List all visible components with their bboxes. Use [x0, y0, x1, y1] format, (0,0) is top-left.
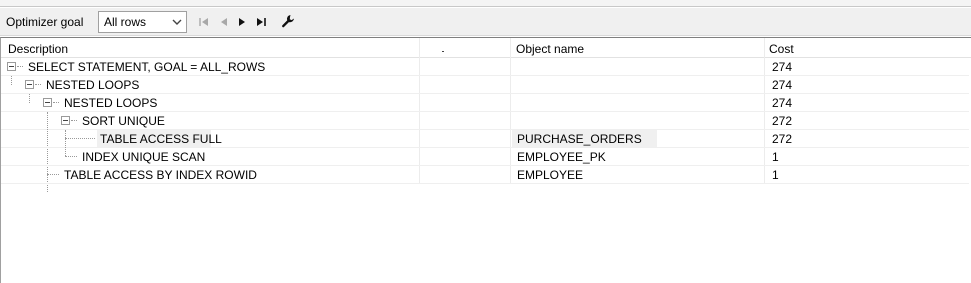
collapse-toggle-icon[interactable] — [7, 62, 16, 71]
chevron-down-icon — [170, 15, 184, 29]
plan-row[interactable]: SELECT STATEMENT, GOAL = ALL_ROWS 274 — [1, 58, 969, 76]
tree-connector — [47, 174, 59, 175]
row-cost: 1 — [772, 168, 779, 182]
last-record-icon[interactable] — [255, 16, 269, 28]
row-cost: 274 — [772, 96, 793, 110]
row-description: SELECT STATEMENT, GOAL = ALL_ROWS — [28, 60, 266, 74]
optimizer-goal-value: All rows — [104, 15, 147, 29]
tree-connector — [71, 120, 77, 121]
object-name-column-header[interactable]: Object name — [516, 42, 584, 56]
grid-header: Description Object name Cost — [1, 38, 971, 58]
tree-connector — [65, 156, 77, 157]
row-object-name: EMPLOYEE_PK — [517, 150, 606, 164]
first-record-icon[interactable] — [198, 16, 212, 28]
divider-mark — [442, 51, 444, 52]
window-top-border — [0, 0, 971, 7]
row-description: NESTED LOOPS — [64, 96, 158, 110]
row-description: TABLE ACCESS FULL — [100, 132, 222, 146]
row-cost: 272 — [772, 114, 793, 128]
wrench-icon[interactable] — [280, 13, 296, 29]
tree-connector — [65, 138, 95, 139]
row-cost: 274 — [772, 78, 793, 92]
collapse-toggle-icon[interactable] — [61, 116, 70, 125]
row-description: TABLE ACCESS BY INDEX ROWID — [64, 168, 257, 182]
plan-row[interactable]: TABLE ACCESS FULL PURCHASE_ORDERS 272 — [1, 130, 969, 156]
previous-record-icon[interactable] — [218, 16, 232, 28]
row-object-name: EMPLOYEE — [517, 168, 584, 182]
row-object-name: PURCHASE_ORDERS — [517, 132, 642, 146]
tree-connector — [35, 84, 41, 85]
toolbar: Optimizer goal All rows — [0, 8, 971, 36]
row-cost: 272 — [772, 132, 793, 146]
row-description: INDEX UNIQUE SCAN — [82, 150, 206, 164]
execution-plan-grid: Description Object name Cost SELECT STAT… — [0, 37, 971, 283]
optimizer-goal-select[interactable]: All rows — [98, 11, 187, 33]
row-description: SORT UNIQUE — [82, 114, 165, 128]
tree-connector — [11, 76, 12, 85]
plan-row[interactable]: SORT UNIQUE 272 — [1, 112, 969, 192]
description-column-header[interactable]: Description — [8, 42, 68, 56]
row-cost: 274 — [772, 60, 793, 74]
next-record-icon[interactable] — [236, 16, 250, 28]
tree-connector — [17, 66, 23, 67]
row-description: NESTED LOOPS — [46, 78, 140, 92]
cost-column-header[interactable]: Cost — [769, 42, 794, 56]
plan-row[interactable]: TABLE ACCESS BY INDEX ROWID EMPLOYEE 1 — [1, 166, 969, 184]
plan-row[interactable]: NESTED LOOPS 274 — [1, 94, 969, 112]
tree-connector — [29, 94, 30, 103]
tree-connector — [53, 102, 59, 103]
plan-row[interactable]: NESTED LOOPS 274 — [1, 76, 969, 94]
plan-row[interactable]: INDEX UNIQUE SCAN EMPLOYEE_PK 1 — [1, 148, 969, 166]
collapse-toggle-icon[interactable] — [25, 80, 34, 89]
row-cost: 1 — [772, 150, 779, 164]
optimizer-goal-label: Optimizer goal — [6, 15, 84, 29]
collapse-toggle-icon[interactable] — [43, 98, 52, 107]
